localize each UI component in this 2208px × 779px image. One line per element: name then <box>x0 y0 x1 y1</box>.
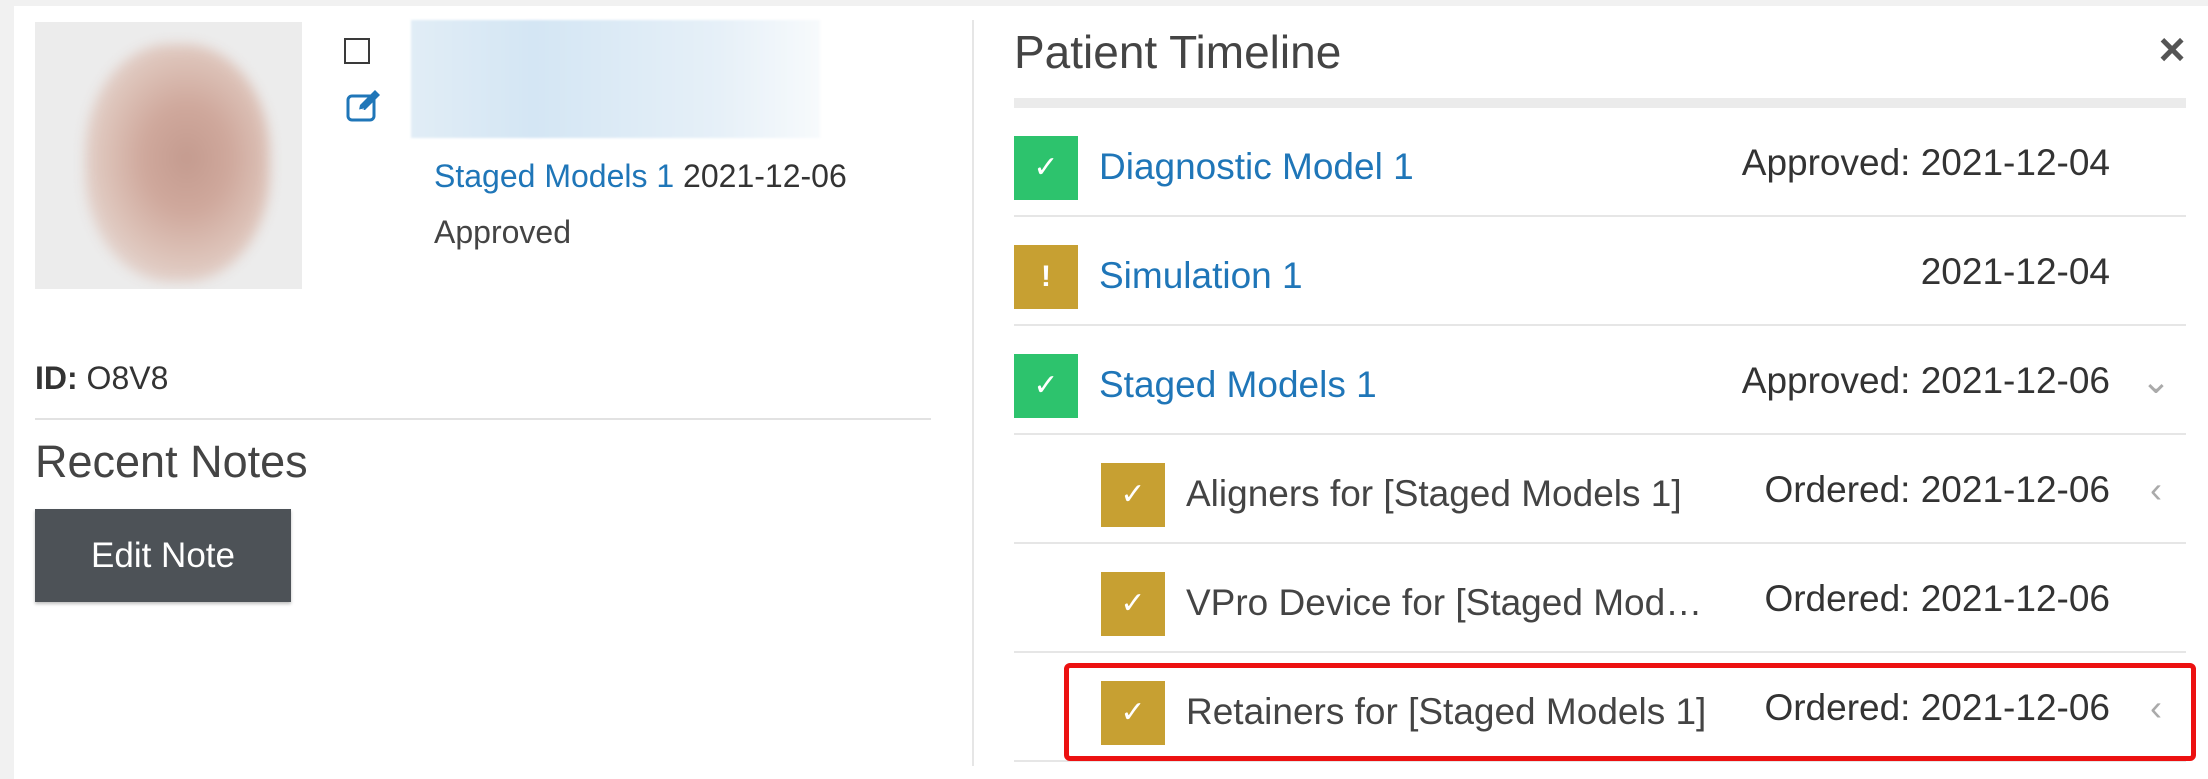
patient-photo <box>35 22 302 289</box>
approved-check-icon: ✓ <box>1014 136 1078 200</box>
timeline-item-link[interactable]: Simulation 1 <box>1099 253 1303 299</box>
current-stage-link[interactable]: Staged Models 1 <box>434 158 674 194</box>
timeline-item-link[interactable]: Diagnostic Model 1 <box>1099 144 1414 190</box>
ordered-check-icon: ✓ <box>1101 572 1165 636</box>
timeline-item-status: Ordered: 2021-12-06 <box>1764 578 2110 619</box>
ordered-check-icon: ✓ <box>1101 463 1165 527</box>
select-checkbox-icon[interactable] <box>344 38 370 64</box>
chevron-left-icon[interactable]: ‹ <box>2136 467 2176 513</box>
chevron-left-icon[interactable]: ‹ <box>2136 685 2176 731</box>
divider <box>35 418 931 420</box>
warning-icon: ! <box>1014 245 1078 309</box>
timeline-subrow: ✓ VPro Device for [Staged Models 1] Orde… <box>1014 544 2186 653</box>
current-stage-date: 2021-12-06 <box>683 158 847 194</box>
timeline-item-status: 2021-12-04 <box>1920 251 2110 292</box>
chevron-down-icon[interactable]: ⌄ <box>2136 358 2176 404</box>
timeline-row: ✓ Staged Models 1 Approved: 2021-12-06 ⌄ <box>1014 326 2186 435</box>
approved-check-icon: ✓ <box>1014 354 1078 418</box>
timeline-row: ✓ Diagnostic Model 1 Approved: 2021-12-0… <box>1014 108 2186 217</box>
patient-id: ID: O8V8 <box>35 358 168 398</box>
timeline-subitem-name[interactable]: Aligners for [Staged Models 1] <box>1186 471 1714 517</box>
timeline-subrow: ✓ Retainers for [Staged Models 1] Ordere… <box>1014 653 2186 762</box>
panel-divider <box>972 20 974 766</box>
timeline-item-status: Approved: 2021-12-06 <box>1741 360 2110 401</box>
current-stage-status: Approved <box>434 214 571 250</box>
timeline-item-link[interactable]: Staged Models 1 <box>1099 362 1377 408</box>
timeline-row: ! Simulation 1 2021-12-04 <box>1014 217 2186 326</box>
current-stage-line: Staged Models 1 2021-12-06 <box>434 156 847 196</box>
ordered-check-icon: ✓ <box>1101 681 1165 745</box>
timeline-subrow: ✓ Aligners for [Staged Models 1] Ordered… <box>1014 435 2186 544</box>
timeline-subitem-name[interactable]: VPro Device for [Staged Models 1] <box>1186 580 1714 626</box>
timeline-item-status: Ordered: 2021-12-06 <box>1764 687 2110 728</box>
timeline-title: Patient Timeline <box>1014 26 1342 78</box>
close-icon[interactable]: × <box>2152 26 2192 72</box>
blurred-banner <box>411 20 820 138</box>
recent-notes-heading: Recent Notes <box>35 436 308 487</box>
patient-id-label: ID: <box>35 360 78 396</box>
edit-note-button[interactable]: Edit Note <box>35 509 291 602</box>
timeline-item-status: Ordered: 2021-12-06 <box>1764 469 2110 510</box>
timeline-item-status: Approved: 2021-12-04 <box>1741 142 2110 183</box>
timeline-header-bar <box>1014 98 2186 108</box>
patient-id-value: O8V8 <box>86 360 169 396</box>
timeline-subitem-name[interactable]: Retainers for [Staged Models 1] <box>1186 689 1714 735</box>
edit-icon[interactable] <box>345 88 385 124</box>
